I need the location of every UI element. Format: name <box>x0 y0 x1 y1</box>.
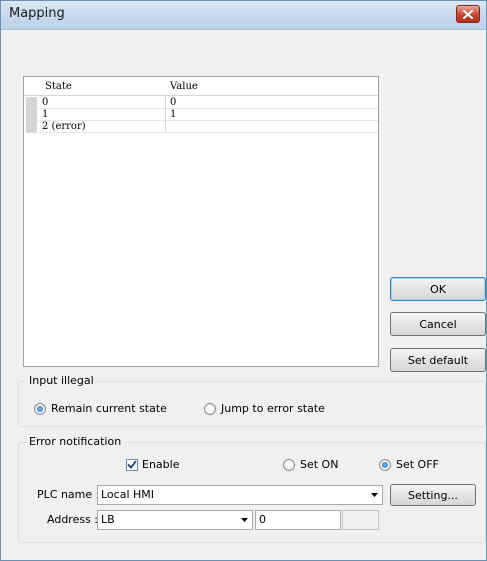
state-cell[interactable]: 1 <box>38 109 166 121</box>
remain-current-state-radio[interactable]: Remain current state <box>34 402 167 415</box>
address-type-value: LB <box>101 513 115 526</box>
error-notification-label: Error notification <box>26 435 125 448</box>
checkbox-box <box>126 458 138 471</box>
table-row[interactable]: 2 (error) <box>24 121 378 133</box>
setting-button[interactable]: Setting... <box>390 484 476 506</box>
dialog-title: Mapping <box>9 6 65 21</box>
ok-button[interactable]: OK <box>390 277 486 301</box>
plc-name-dropdown[interactable]: Local HMI <box>97 485 383 505</box>
jump-to-error-state-radio[interactable]: Jump to error state <box>204 402 325 415</box>
set-off-label: Set OFF <box>396 458 439 471</box>
value-cell[interactable] <box>166 121 378 133</box>
remain-current-state-label: Remain current state <box>51 402 167 415</box>
grid-header: State Value <box>24 77 378 96</box>
column-header-state[interactable]: State <box>45 81 72 92</box>
radio-indicator <box>283 458 295 471</box>
address-type-dropdown[interactable]: LB <box>97 510 253 530</box>
mapping-dialog: Mapping State Value 0 0 1 1 2 (error) OK… <box>0 0 487 561</box>
chevron-down-icon <box>371 493 378 497</box>
set-on-label: Set ON <box>300 458 339 471</box>
title-bar: Mapping <box>1 1 486 30</box>
row-selector[interactable] <box>26 121 37 133</box>
cancel-button[interactable]: Cancel <box>390 312 486 336</box>
table-row[interactable]: 1 1 <box>24 109 378 121</box>
jump-to-error-state-label: Jump to error state <box>221 402 325 415</box>
close-icon <box>463 9 473 19</box>
radio-selected-indicator <box>34 402 46 415</box>
set-on-radio[interactable]: Set ON <box>283 458 338 471</box>
address-input[interactable]: 0 <box>255 510 341 530</box>
plc-name-label: PLC name : <box>37 488 100 501</box>
value-cell[interactable]: 0 <box>166 97 378 109</box>
address-label: Address : <box>47 513 99 526</box>
table-row[interactable]: 0 0 <box>24 97 378 109</box>
row-selector[interactable] <box>26 109 37 121</box>
radio-selected-indicator <box>379 458 391 471</box>
address-extra-field <box>342 510 379 530</box>
chevron-down-icon <box>241 518 248 522</box>
set-off-radio[interactable]: Set OFF <box>379 458 439 471</box>
enable-label: Enable <box>142 458 180 471</box>
mapping-grid[interactable]: State Value 0 0 1 1 2 (error) <box>23 76 379 367</box>
state-cell[interactable]: 2 (error) <box>38 121 166 133</box>
plc-name-value: Local HMI <box>101 488 155 501</box>
input-illegal-label: Input illegal <box>26 374 97 387</box>
enable-checkbox[interactable]: Enable <box>126 458 179 471</box>
state-cell[interactable]: 0 <box>38 97 166 109</box>
close-button[interactable] <box>456 5 480 23</box>
radio-indicator <box>204 402 216 415</box>
column-header-value[interactable]: Value <box>170 81 198 92</box>
set-default-button[interactable]: Set default <box>390 348 486 372</box>
row-selector[interactable] <box>26 97 37 109</box>
value-cell[interactable]: 1 <box>166 109 378 121</box>
checkmark-icon <box>127 460 137 469</box>
